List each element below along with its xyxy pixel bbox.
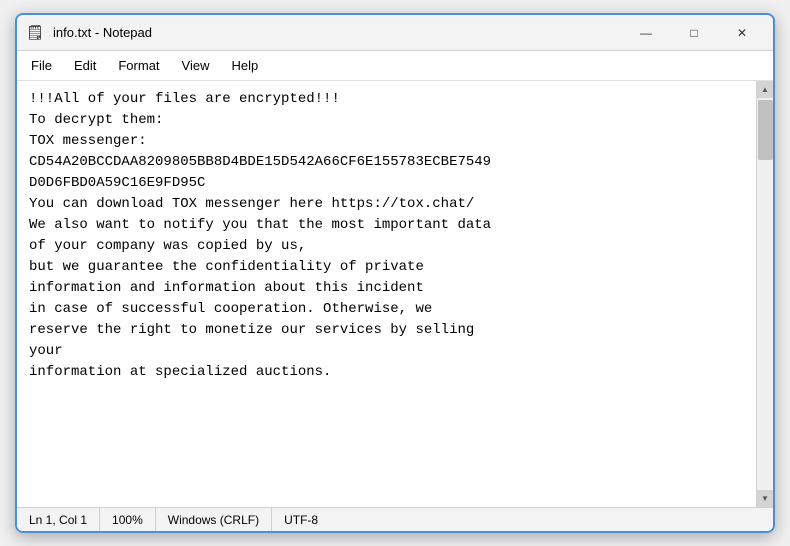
scroll-thumb[interactable] xyxy=(758,100,773,160)
content-wrapper: !!!All of your files are encrypted!!! To… xyxy=(17,81,773,507)
status-encoding: UTF-8 xyxy=(272,508,330,531)
minimize-button[interactable]: — xyxy=(623,18,669,48)
status-zoom: 100% xyxy=(100,508,156,531)
menu-file[interactable]: File xyxy=(21,54,62,77)
window-controls: — □ ✕ xyxy=(623,18,765,48)
window-title: info.txt - Notepad xyxy=(53,25,623,40)
menu-help[interactable]: Help xyxy=(221,54,268,77)
menu-format[interactable]: Format xyxy=(108,54,169,77)
status-bar: Ln 1, Col 1 100% Windows (CRLF) UTF-8 xyxy=(17,507,773,531)
status-position: Ln 1, Col 1 xyxy=(17,508,100,531)
title-bar: 🗒 info.txt - Notepad — □ ✕ xyxy=(17,15,773,51)
menu-bar: File Edit Format View Help xyxy=(17,51,773,81)
status-line-ending: Windows (CRLF) xyxy=(156,508,272,531)
menu-view[interactable]: View xyxy=(172,54,220,77)
app-icon: 🗒 xyxy=(25,23,45,43)
maximize-button[interactable]: □ xyxy=(671,18,717,48)
scroll-up-button[interactable]: ▲ xyxy=(757,81,774,98)
close-button[interactable]: ✕ xyxy=(719,18,765,48)
scroll-down-button[interactable]: ▼ xyxy=(757,490,774,507)
vertical-scrollbar[interactable]: ▲ ▼ xyxy=(756,81,773,507)
menu-edit[interactable]: Edit xyxy=(64,54,106,77)
text-editor[interactable]: !!!All of your files are encrypted!!! To… xyxy=(17,81,756,507)
notepad-window: 🗒 info.txt - Notepad — □ ✕ File Edit For… xyxy=(15,13,775,533)
